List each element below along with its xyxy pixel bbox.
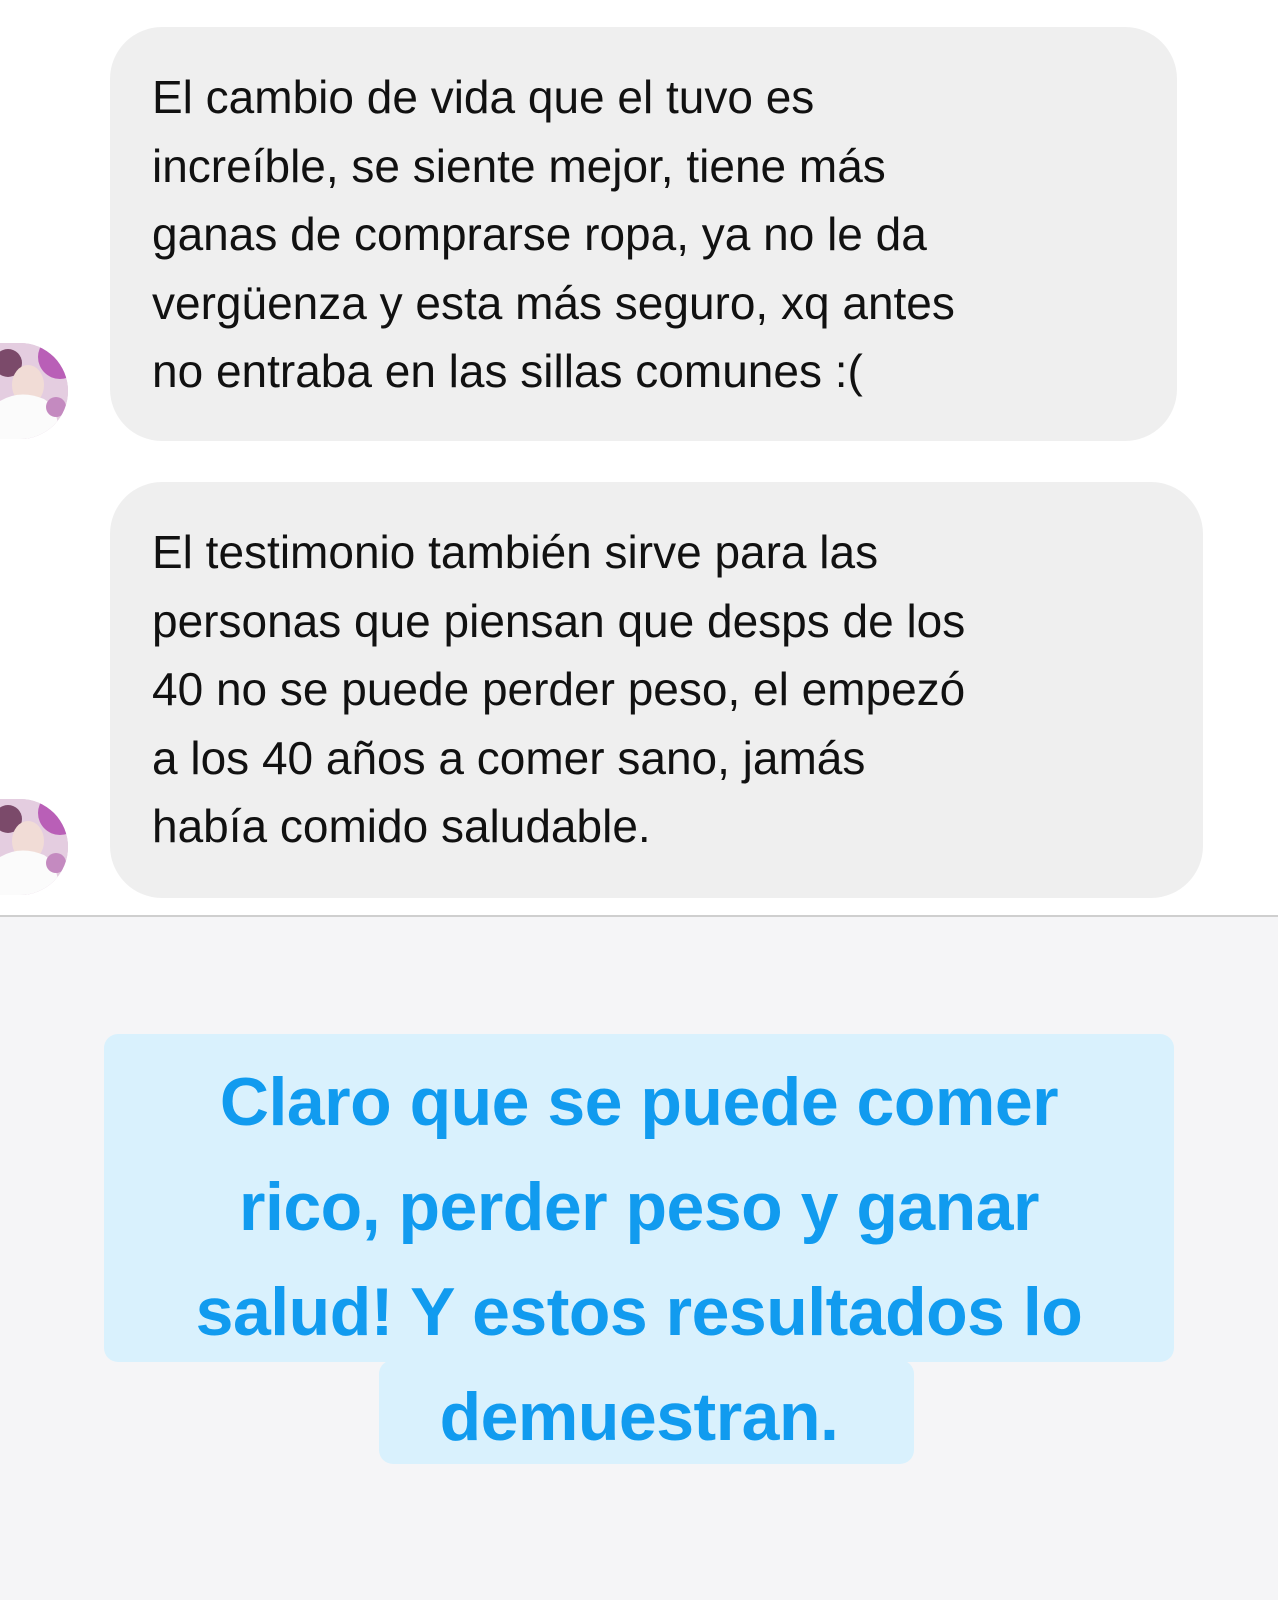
message-text-line: personas que piensan que desps de los xyxy=(152,594,966,647)
caption-line: rico, perder peso y ganar xyxy=(238,1169,1040,1245)
message-bubble[interactable]: El cambio de vida que el tuvo es increíb… xyxy=(110,27,1177,441)
avatar-photo-icon xyxy=(0,799,68,895)
message-text-line: no entraba en las sillas comunes :( xyxy=(152,345,863,397)
message-text-line: había comido saludable. xyxy=(152,800,651,852)
message-text-line: a los 40 años a comer sano, jamás xyxy=(152,731,866,784)
message-text-line: increíble, se siente mejor, tiene más xyxy=(152,139,886,192)
message-bubble[interactable]: El testimonio también sirve para las per… xyxy=(110,482,1203,898)
message-text-line: El testimonio también sirve para las xyxy=(152,526,879,578)
message-text-line: vergüenza y esta más seguro, xq antes xyxy=(152,276,955,329)
sender-avatar[interactable] xyxy=(0,799,68,895)
avatar-photo-icon xyxy=(0,343,68,439)
caption-line: Claro que se puede comer xyxy=(219,1064,1059,1140)
caption-line: salud! Y estos resultados lo xyxy=(195,1274,1083,1350)
message-text-line: El cambio de vida que el tuvo es xyxy=(152,71,815,123)
message-text-line: 40 no se puede perder peso, el empezó xyxy=(152,663,966,715)
caption-text: Claro que se puede comer rico, perder pe… xyxy=(0,1050,1278,1470)
message-text-line: ganas de comprarse ropa, ya no le da xyxy=(152,208,927,260)
chat-thread: El cambio de vida que el tuvo es increíb… xyxy=(0,0,1278,916)
sender-avatar[interactable] xyxy=(0,343,68,439)
caption-line: demuestran. xyxy=(439,1379,839,1455)
